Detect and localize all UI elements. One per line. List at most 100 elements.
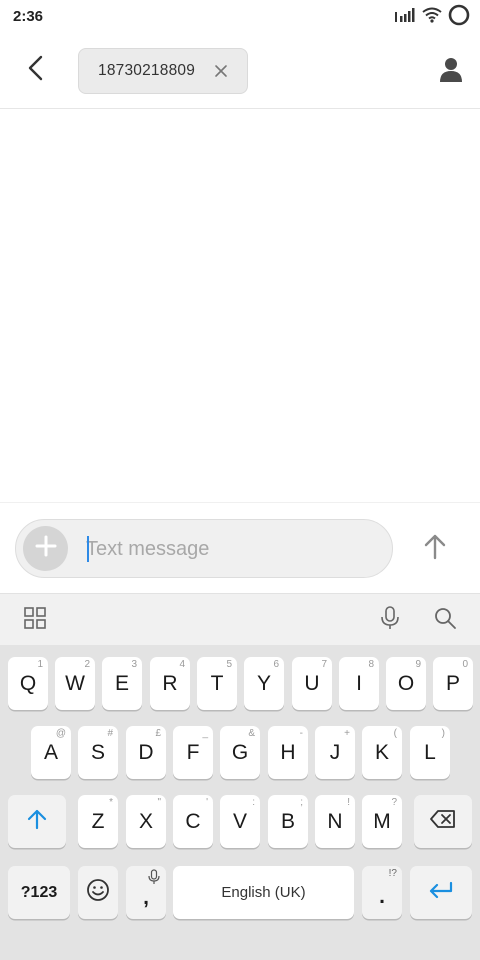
key-m[interactable]: M ? <box>362 795 402 848</box>
key-n[interactable]: N ! <box>315 795 355 848</box>
plus-icon <box>35 535 57 562</box>
back-button[interactable] <box>20 54 52 86</box>
status-time: 2:36 <box>13 8 44 25</box>
key-r[interactable]: R 4 <box>150 657 190 710</box>
key-hint: 7 <box>321 659 327 670</box>
key-hint: 9 <box>415 659 421 670</box>
shift-key[interactable] <box>8 795 66 848</box>
key-c[interactable]: C ' <box>173 795 213 848</box>
text-caret <box>87 536 89 562</box>
recipient-chip[interactable]: 18730218809 <box>78 48 248 94</box>
period-key[interactable]: . !? <box>362 866 402 919</box>
key-hint: * <box>109 797 113 808</box>
key-label: M <box>373 809 391 833</box>
comma-key[interactable]: , <box>126 866 166 919</box>
message-input[interactable] <box>86 532 376 566</box>
key-o[interactable]: O 9 <box>386 657 426 710</box>
key-t[interactable]: T 5 <box>197 657 237 710</box>
key-hint: 1 <box>37 659 43 670</box>
key-d[interactable]: D £ <box>126 726 166 779</box>
key-a[interactable]: A @ <box>31 726 71 779</box>
backspace-key[interactable] <box>414 795 472 848</box>
grid-menu-icon <box>23 606 47 635</box>
person-icon <box>438 58 464 88</box>
period-key-hint: !? <box>388 868 397 879</box>
symbols-key-label: ?123 <box>20 883 58 901</box>
key-hint: - <box>299 728 303 739</box>
key-y[interactable]: Y 6 <box>244 657 284 710</box>
key-label: J <box>329 740 341 764</box>
shift-arrow-icon <box>26 808 48 835</box>
key-label: H <box>280 740 296 764</box>
send-button[interactable] <box>418 531 452 565</box>
key-hint: @ <box>55 728 66 739</box>
key-label: C <box>185 809 201 833</box>
key-hint: 0 <box>462 659 468 670</box>
key-hint: 8 <box>368 659 374 670</box>
mic-small-icon <box>148 869 160 890</box>
key-h[interactable]: H - <box>268 726 308 779</box>
contact-button[interactable] <box>438 56 464 84</box>
battery-ring-icon <box>448 4 470 31</box>
conversation-header: 18730218809 <box>0 34 480 109</box>
space-key-label: English (UK) <box>221 884 306 901</box>
key-label: K <box>374 740 389 764</box>
emoji-key[interactable] <box>78 866 118 919</box>
compose-bar <box>0 502 480 592</box>
key-g[interactable]: G & <box>220 726 260 779</box>
key-v[interactable]: V : <box>220 795 260 848</box>
key-hint: 4 <box>179 659 185 670</box>
keyboard-search-button[interactable] <box>432 607 458 633</box>
key-hint: £ <box>155 728 161 739</box>
voice-input-button[interactable] <box>377 605 403 636</box>
keyboard-menu-button[interactable] <box>22 606 48 635</box>
attach-button[interactable] <box>23 526 68 571</box>
key-i[interactable]: I 8 <box>339 657 379 710</box>
key-label: D <box>138 740 154 764</box>
key-x[interactable]: X " <box>126 795 166 848</box>
key-e[interactable]: E 3 <box>102 657 142 710</box>
key-hint: " <box>157 797 161 808</box>
key-label: R <box>162 671 178 695</box>
key-hint: _ <box>202 728 208 739</box>
key-label: V <box>232 809 247 833</box>
key-b[interactable]: B ; <box>268 795 308 848</box>
key-label: G <box>231 740 249 764</box>
key-label: Q <box>19 671 37 695</box>
key-f[interactable]: F _ <box>173 726 213 779</box>
enter-key[interactable] <box>410 866 472 919</box>
key-label: I <box>356 671 362 695</box>
key-label: Y <box>256 671 271 695</box>
status-bar: 2:36 <box>0 0 480 34</box>
key-w[interactable]: W 2 <box>55 657 95 710</box>
send-arrow-icon <box>423 532 447 565</box>
key-s[interactable]: S # <box>78 726 118 779</box>
keyboard-toolbar <box>0 593 480 645</box>
key-p[interactable]: P 0 <box>433 657 473 710</box>
key-hint: ; <box>300 797 303 808</box>
recipient-number: 18730218809 <box>98 62 196 79</box>
key-hint: + <box>344 728 350 739</box>
key-j[interactable]: J + <box>315 726 355 779</box>
key-l[interactable]: L ) <box>410 726 450 779</box>
key-u[interactable]: U 7 <box>292 657 332 710</box>
status-icons <box>394 4 470 31</box>
key-label: U <box>304 671 320 695</box>
key-label: P <box>445 671 460 695</box>
key-hint: ( <box>393 728 397 739</box>
key-label: L <box>424 740 436 764</box>
enter-icon <box>427 880 455 905</box>
key-label: E <box>114 671 129 695</box>
space-key[interactable]: English (UK) <box>173 866 354 919</box>
key-hint: 2 <box>84 659 90 670</box>
wifi-icon <box>422 7 442 28</box>
key-k[interactable]: K ( <box>362 726 402 779</box>
symbols-key[interactable]: ?123 <box>8 866 70 919</box>
signal-icon <box>394 7 416 28</box>
microphone-icon <box>379 605 401 636</box>
period-key-label: . <box>379 884 385 908</box>
key-hint: 6 <box>273 659 279 670</box>
key-z[interactable]: Z * <box>78 795 118 848</box>
key-q[interactable]: Q 1 <box>8 657 48 710</box>
close-icon[interactable] <box>213 63 229 79</box>
